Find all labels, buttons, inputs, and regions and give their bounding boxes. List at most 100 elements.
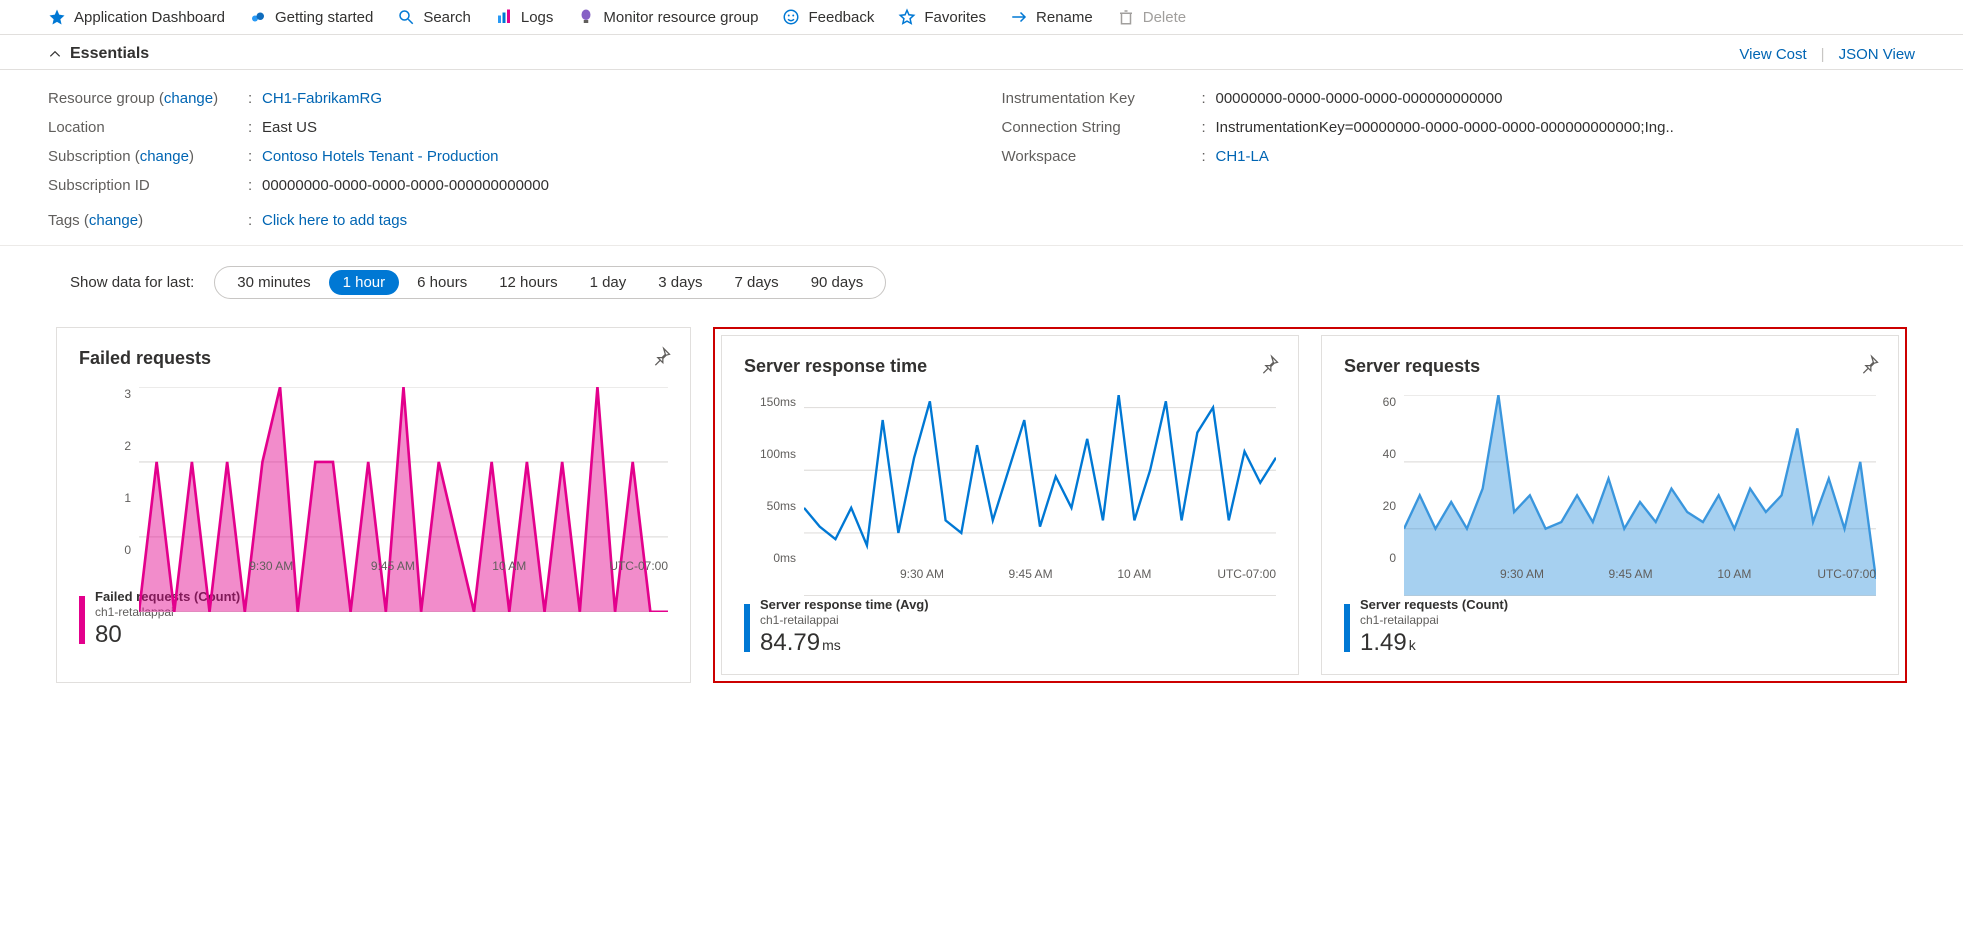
x-axis-labels: 9:30 AM9:45 AM10 AMUTC-07:00 (804, 567, 1276, 585)
essentials-toggle[interactable]: Essentials (48, 45, 149, 63)
feedback-button[interactable]: Feedback (782, 8, 874, 26)
essentials-title-text: Essentials (70, 45, 149, 63)
server-requests-chart[interactable] (1404, 395, 1876, 596)
feedback-label: Feedback (808, 9, 874, 26)
pin-icon (652, 346, 672, 366)
time-pill-90-days[interactable]: 90 days (797, 270, 878, 295)
subscription-change-link[interactable]: change (140, 148, 189, 165)
favorites-label: Favorites (924, 9, 986, 26)
pin-button[interactable] (1260, 354, 1280, 377)
search-button[interactable]: Search (397, 8, 471, 26)
tags-change-link[interactable]: change (89, 212, 138, 229)
getting-started-label: Getting started (275, 9, 373, 26)
separator: | (1821, 46, 1825, 63)
server-requests-title: Server requests (1344, 356, 1876, 377)
command-bar: Application Dashboard Getting started Se… (0, 0, 1963, 35)
search-icon (397, 8, 415, 26)
y-axis-labels: 3210 (79, 387, 137, 557)
resource-group-value[interactable]: CH1-FabrikamRG (262, 90, 382, 107)
app-dashboard-button[interactable]: Application Dashboard (48, 8, 225, 26)
location-value: East US (262, 119, 962, 136)
charts-row: Failed requests 3210 9:30 AM9:45 AM10 AM… (0, 309, 1963, 701)
rename-label: Rename (1036, 9, 1093, 26)
time-pill-1-hour[interactable]: 1 hour (329, 270, 400, 295)
pin-button[interactable] (652, 346, 672, 369)
y-axis-labels: 150ms100ms50ms0ms (744, 395, 802, 565)
delete-label: Delete (1143, 9, 1186, 26)
tags-add-link[interactable]: Click here to add tags (262, 212, 407, 229)
star-filled-icon (48, 8, 66, 26)
app-dashboard-label: Application Dashboard (74, 9, 225, 26)
resource-group-label: Resource group (48, 90, 155, 107)
arrow-right-icon (1010, 8, 1028, 26)
subscription-id-label: Subscription ID (48, 177, 248, 194)
x-axis-labels: 9:30 AM9:45 AM10 AMUTC-07:00 (1404, 567, 1876, 585)
server-requests-card[interactable]: Server requests 6040200 9:30 AM9:45 AM10… (1321, 335, 1899, 675)
rename-button[interactable]: Rename (1010, 8, 1093, 26)
time-range-label: Show data for last: (70, 274, 194, 291)
getting-started-button[interactable]: Getting started (249, 8, 373, 26)
legend-source: ch1-retailappai (1360, 613, 1508, 628)
time-pill-6-hours[interactable]: 6 hours (403, 270, 481, 295)
time-pill-7-days[interactable]: 7 days (720, 270, 792, 295)
json-view-link[interactable]: JSON View (1839, 46, 1915, 63)
legend-value: 1.49 (1360, 629, 1407, 656)
server-response-time-chart[interactable] (804, 395, 1276, 596)
legend-color-bar (1344, 604, 1350, 652)
pin-icon (1860, 354, 1880, 374)
connection-string-value: InstrumentationKey=00000000-0000-0000-00… (1216, 119, 1916, 136)
logs-button[interactable]: Logs (495, 8, 554, 26)
failed-requests-card[interactable]: Failed requests 3210 9:30 AM9:45 AM10 AM… (56, 327, 691, 683)
legend-metric: Server requests (Count) (1360, 597, 1508, 613)
subscription-label: Subscription (48, 148, 131, 165)
favorites-button[interactable]: Favorites (898, 8, 986, 26)
workspace-label: Workspace (1002, 148, 1202, 165)
search-label: Search (423, 9, 471, 26)
lightbulb-icon (577, 8, 595, 26)
time-pill-1-day[interactable]: 1 day (576, 270, 641, 295)
monitor-rg-label: Monitor resource group (603, 9, 758, 26)
essentials-header: Essentials View Cost | JSON View (0, 35, 1963, 70)
tags-label: Tags (48, 212, 80, 229)
instrumentation-key-label: Instrumentation Key (1002, 90, 1202, 107)
star-outline-icon (898, 8, 916, 26)
server-response-time-card[interactable]: Server response time 150ms100ms50ms0ms 9… (721, 335, 1299, 675)
time-pill-12-hours[interactable]: 12 hours (485, 270, 571, 295)
subscription-id-value: 00000000-0000-0000-0000-000000000000 (262, 177, 962, 194)
highlighted-section: Server response time 150ms100ms50ms0ms 9… (713, 327, 1907, 683)
failed-requests-title: Failed requests (79, 348, 668, 369)
pin-button[interactable] (1860, 354, 1880, 377)
resource-group-change-link[interactable]: change (164, 90, 213, 107)
monitor-rg-button[interactable]: Monitor resource group (577, 8, 758, 26)
logs-label: Logs (521, 9, 554, 26)
view-cost-link[interactable]: View Cost (1739, 46, 1806, 63)
time-pill-3-days[interactable]: 3 days (644, 270, 716, 295)
time-range-row: Show data for last: 30 minutes1 hour6 ho… (0, 246, 1963, 309)
subscription-value[interactable]: Contoso Hotels Tenant - Production (262, 148, 499, 165)
time-range-selector: 30 minutes1 hour6 hours12 hours1 day3 da… (214, 266, 886, 299)
legend-value: 84.79 (760, 629, 820, 656)
pin-icon (1260, 354, 1280, 374)
legend-color-bar (79, 596, 85, 644)
workspace-value-link[interactable]: CH1-LA (1216, 148, 1269, 165)
logs-icon (495, 8, 513, 26)
trash-icon (1117, 8, 1135, 26)
delete-button: Delete (1117, 8, 1186, 26)
rocket-icon (249, 8, 267, 26)
connection-string-label: Connection String (1002, 119, 1202, 136)
legend-value: 80 (95, 621, 122, 648)
time-pill-30-minutes[interactable]: 30 minutes (223, 270, 324, 295)
location-label: Location (48, 119, 248, 136)
legend-color-bar (744, 604, 750, 652)
legend-unit: k (1409, 637, 1416, 653)
smiley-icon (782, 8, 800, 26)
legend-source: ch1-retailappai (760, 613, 929, 628)
essentials-body: Resource group (change) : CH1-FabrikamRG… (0, 70, 1963, 246)
chevron-up-icon (48, 47, 62, 61)
legend-unit: ms (822, 637, 841, 653)
y-axis-labels: 6040200 (1344, 395, 1402, 565)
server-response-time-title: Server response time (744, 356, 1276, 377)
instrumentation-key-value: 00000000-0000-0000-0000-000000000000 (1216, 90, 1916, 107)
x-axis-labels: 9:30 AM9:45 AM10 AMUTC-07:00 (139, 559, 668, 577)
failed-requests-chart[interactable] (139, 387, 668, 612)
